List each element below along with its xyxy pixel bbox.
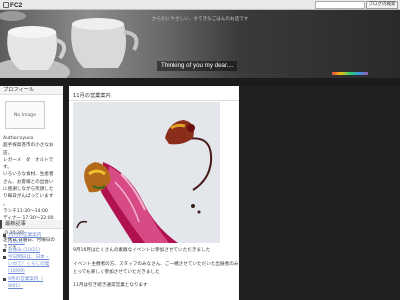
recent-posts: 最新記事 11月の営業案内 (11/01) お休み (10/21) 今日明日は、… xyxy=(0,220,63,290)
author-line: り毎日がんばっています xyxy=(3,194,54,200)
profile-image-placeholder: No Image xyxy=(5,101,45,129)
color-bar xyxy=(332,72,368,75)
entry-photo-dessert[interactable] xyxy=(73,102,220,243)
blog-header: からだにやさしい、すてきなごはんのお店です Thinking of you my… xyxy=(0,10,400,78)
author-line: 超手探高巻市の小さなお xyxy=(3,143,54,149)
author-line: いろいろな食材、生産者 xyxy=(3,172,54,178)
dessert-plate-image xyxy=(73,102,220,243)
author-line: 。 xyxy=(3,201,8,207)
entry-title[interactable]: 11月の営業案内 xyxy=(69,92,239,101)
recent-post-link[interactable]: お休み (10/21) xyxy=(3,247,60,254)
recent-post-link-cont[interactable]: いわて！くらしの発 xyxy=(3,261,60,268)
profile-heading: プロフィール xyxy=(0,86,63,95)
blog-icon xyxy=(3,2,9,8)
author-line: さん、お客様との出会い xyxy=(3,179,54,185)
main-entry: 11月の営業案内 9月16月はたくさんの素敵なイベントに参加させていただきました… xyxy=(69,86,372,300)
header-tableware-image xyxy=(0,11,139,78)
bullet-icon xyxy=(3,234,6,237)
sidebar: プロフィール No Image Author:syuco 超手探高巻市の小さなお… xyxy=(0,86,63,300)
fc2-topbar: FC2 ブログ内検索 xyxy=(0,0,400,10)
bullet-icon xyxy=(3,248,6,252)
author-line: に感謝しながら笑顔した xyxy=(3,187,54,193)
recent-post-date: (10/09) xyxy=(8,269,25,275)
header-fine-print: ・・・・・・・・・・・・・・・・・・ xyxy=(230,73,285,77)
recent-post-date: (11/01) xyxy=(8,240,25,246)
blog-description: からだにやさしい、すてきなごはんのお店です xyxy=(152,17,249,22)
author-line: 店。 xyxy=(3,150,13,156)
blog-search-input[interactable] xyxy=(315,1,365,9)
entry-body: 9月16月はたくさんの素敵なイベントに参加させていただきました xyxy=(73,247,235,255)
blog-title[interactable]: Thinking of you my dear.... xyxy=(157,61,237,71)
author-line: レガーメ ダ オルトで xyxy=(3,157,54,163)
author-line: す。 xyxy=(3,165,12,171)
recent-post-link[interactable]: 9月の営業案内（ xyxy=(3,276,60,283)
recent-post-link[interactable]: 今日明日は、日本・ xyxy=(3,254,60,261)
recent-posts-heading: 最新記事 xyxy=(0,220,63,229)
entry-text-line: 9月16月はたくさんの素敵なイベントに参加させていただきました xyxy=(73,248,211,253)
recent-post-link[interactable]: 11月の営業案内 xyxy=(3,232,60,239)
recent-post-date: 9/01） xyxy=(8,284,23,290)
fc2-logo[interactable]: FC2 xyxy=(3,0,22,10)
author-line: Author:syuco xyxy=(3,136,34,141)
bullet-icon xyxy=(3,255,6,259)
right-background xyxy=(240,86,400,300)
blog-search-button[interactable]: ブログ内検索 xyxy=(366,1,398,9)
author-line: ランチ11:30～14:00 xyxy=(3,208,48,214)
fc2-logo-text: FC2 xyxy=(10,1,23,9)
recent-posts-list: 11月の営業案内 (11/01) お休み (10/21) 今日明日は、日本・ い… xyxy=(0,229,63,290)
bullet-icon xyxy=(3,277,6,281)
